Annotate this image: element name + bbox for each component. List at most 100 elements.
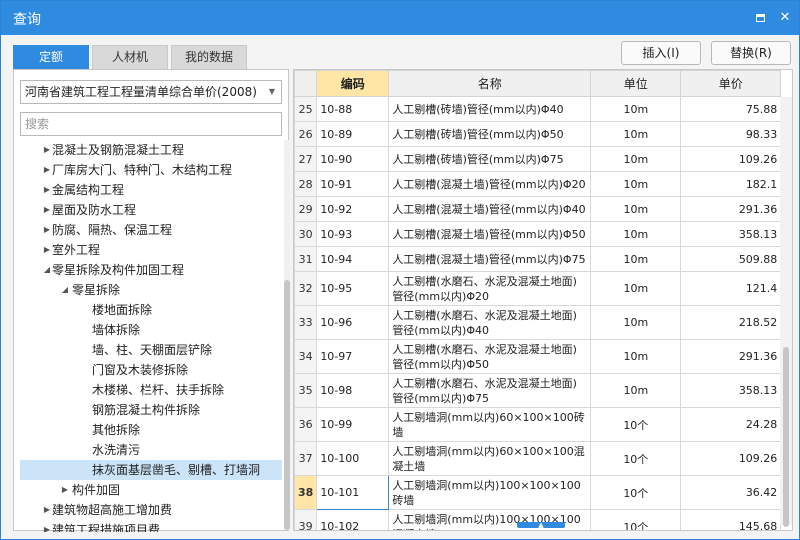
table-row[interactable]: 31 10-94 人工剔槽(混凝土墙)管径(mm以内)Φ75 10m 509.88 bbox=[294, 246, 782, 272]
cell-unit[interactable]: 10m bbox=[590, 121, 682, 147]
row-number[interactable]: 39 bbox=[294, 509, 318, 530]
cell-price[interactable]: 291.36 bbox=[680, 339, 782, 374]
tab-labor-materials[interactable]: 人材机 bbox=[92, 45, 168, 69]
tree-item[interactable]: 墙、柱、天棚面层铲除 bbox=[20, 340, 282, 360]
tab-my-data[interactable]: 我的数据 bbox=[171, 45, 247, 69]
row-number[interactable]: 27 bbox=[294, 146, 318, 172]
cell-unit[interactable]: 10m bbox=[590, 246, 682, 272]
tree-item[interactable]: ▶ 金属结构工程 bbox=[20, 180, 282, 200]
column-header-price[interactable]: 单价 bbox=[680, 70, 782, 97]
cell-unit[interactable]: 10m bbox=[590, 196, 682, 222]
row-number[interactable]: 28 bbox=[294, 171, 318, 197]
cell-unit[interactable]: 10个 bbox=[590, 407, 682, 442]
cell-price[interactable]: 358.13 bbox=[680, 373, 782, 408]
tree-item[interactable]: 抹灰面基层凿毛、剔槽、打墙洞 bbox=[20, 460, 282, 480]
cell-code[interactable]: 10-98 bbox=[316, 373, 390, 408]
replace-button[interactable]: 替换(R) bbox=[711, 41, 791, 65]
tree-item[interactable]: ▶ 室外工程 bbox=[20, 240, 282, 260]
table-row[interactable]: 25 10-88 人工剔槽(砖墙)管径(mm以内)Φ40 10m 75.88 bbox=[294, 96, 782, 122]
collapsed-arrow-icon[interactable]: ▶ bbox=[42, 180, 52, 200]
cell-name[interactable]: 人工剔槽(混凝土墙)管径(mm以内)Φ20 bbox=[388, 171, 592, 197]
table-row[interactable]: 36 10-99 人工剔墙洞(mm以内)60×100×100砖墙 10个 24.28 bbox=[294, 407, 782, 442]
cell-name[interactable]: 人工剔槽(混凝土墙)管径(mm以内)Φ75 bbox=[388, 246, 592, 272]
cell-code[interactable]: 10-90 bbox=[316, 146, 390, 172]
tree-item[interactable]: 其他拆除 bbox=[20, 420, 282, 440]
cell-name[interactable]: 人工剔槽(混凝土墙)管径(mm以内)Φ50 bbox=[388, 221, 592, 247]
table-scrollbar-thumb[interactable] bbox=[783, 347, 789, 527]
row-number[interactable]: 29 bbox=[294, 196, 318, 222]
collapse-handle[interactable]: ▲ bbox=[517, 522, 565, 529]
tab-quota[interactable]: 定额 bbox=[13, 45, 89, 69]
row-number[interactable]: 38 bbox=[294, 475, 318, 510]
cell-unit[interactable]: 10m bbox=[590, 146, 682, 172]
table-row[interactable]: 29 10-92 人工剔槽(混凝土墙)管径(mm以内)Φ40 10m 291.36 bbox=[294, 196, 782, 222]
collapsed-arrow-icon[interactable]: ▶ bbox=[42, 520, 52, 532]
cell-price[interactable]: 145.68 bbox=[680, 509, 782, 530]
cell-name[interactable]: 人工剔墙洞(mm以内)100×100×100砖墙 bbox=[388, 475, 592, 510]
cell-unit[interactable]: 10m bbox=[590, 373, 682, 408]
cell-name[interactable]: 人工剔槽(砖墙)管径(mm以内)Φ75 bbox=[388, 146, 592, 172]
tree-item[interactable]: ▶ 建筑工程措施项目费 bbox=[20, 520, 282, 532]
tree-item[interactable]: 钢筋混凝土构件拆除 bbox=[20, 400, 282, 420]
cell-code[interactable]: 10-88 bbox=[316, 96, 390, 122]
tree-item[interactable]: ▶ 建筑物超高施工增加费 bbox=[20, 500, 282, 520]
collapsed-arrow-icon[interactable]: ▶ bbox=[42, 200, 52, 220]
search-input[interactable] bbox=[20, 112, 282, 136]
table-row[interactable]: 32 10-95 人工剔槽(水磨石、水泥及混凝土地面)管径(mm以内)Φ20 10m 1… bbox=[294, 271, 782, 306]
tree-scrollbar-thumb[interactable] bbox=[284, 280, 290, 530]
collapsed-arrow-icon[interactable]: ▶ bbox=[42, 140, 52, 160]
tree-item[interactable]: 木楼梯、栏杆、扶手拆除 bbox=[20, 380, 282, 400]
cell-unit[interactable]: 10m bbox=[590, 171, 682, 197]
cell-code[interactable]: 10-100 bbox=[316, 441, 390, 476]
cell-price[interactable]: 98.33 bbox=[680, 121, 782, 147]
cell-unit[interactable]: 10个 bbox=[590, 475, 682, 510]
cell-price[interactable]: 36.42 bbox=[680, 475, 782, 510]
cell-code[interactable]: 10-89 bbox=[316, 121, 390, 147]
maximize-button[interactable] bbox=[753, 10, 769, 26]
cell-unit[interactable]: 10m bbox=[590, 221, 682, 247]
tree-item[interactable]: ▶ 混凝土及钢筋混凝土工程 bbox=[20, 140, 282, 160]
table-row[interactable]: 35 10-98 人工剔槽(水磨石、水泥及混凝土地面)管径(mm以内)Φ75 10m 3… bbox=[294, 373, 782, 408]
row-number[interactable]: 25 bbox=[294, 96, 318, 122]
collapsed-arrow-icon[interactable]: ▶ bbox=[42, 500, 52, 520]
table-row[interactable]: 26 10-89 人工剔槽(砖墙)管径(mm以内)Φ50 10m 98.33 bbox=[294, 121, 782, 147]
collapsed-arrow-icon[interactable]: ▶ bbox=[60, 480, 70, 500]
cell-code[interactable]: 10-97 bbox=[316, 339, 390, 374]
row-number[interactable]: 36 bbox=[294, 407, 318, 442]
tree-item[interactable]: ▶ 防腐、隔热、保温工程 bbox=[20, 220, 282, 240]
tree-item[interactable]: 门窗及木装修拆除 bbox=[20, 360, 282, 380]
cell-code[interactable]: 10-95 bbox=[316, 271, 390, 306]
tree-item[interactable]: ▶ 屋面及防水工程 bbox=[20, 200, 282, 220]
tree-item[interactable]: ▶ 构件加固 bbox=[20, 480, 282, 500]
tree-item[interactable]: ◢ 零星拆除 bbox=[20, 280, 282, 300]
cell-code[interactable]: 10-93 bbox=[316, 221, 390, 247]
cell-code[interactable]: 10-99 bbox=[316, 407, 390, 442]
collapsed-arrow-icon[interactable]: ▶ bbox=[42, 240, 52, 260]
tree-item[interactable]: 水洗清污 bbox=[20, 440, 282, 460]
cell-name[interactable]: 人工剔槽(砖墙)管径(mm以内)Φ50 bbox=[388, 121, 592, 147]
row-number[interactable]: 32 bbox=[294, 271, 318, 306]
table-row[interactable]: 30 10-93 人工剔槽(混凝土墙)管径(mm以内)Φ50 10m 358.13 bbox=[294, 221, 782, 247]
cell-price[interactable]: 358.13 bbox=[680, 221, 782, 247]
tree-item[interactable]: ◢ 零星拆除及构件加固工程 bbox=[20, 260, 282, 280]
cell-name[interactable]: 人工剔槽(水磨石、水泥及混凝土地面)管径(mm以内)Φ75 bbox=[388, 373, 592, 408]
cell-name[interactable]: 人工剔墙洞(mm以内)60×100×100砖墙 bbox=[388, 407, 592, 442]
table-row[interactable]: 37 10-100 人工剔墙洞(mm以内)60×100×100混凝土墙 10个 109.… bbox=[294, 441, 782, 476]
cell-name[interactable]: 人工剔槽(水磨石、水泥及混凝土地面)管径(mm以内)Φ20 bbox=[388, 271, 592, 306]
library-select[interactable]: 河南省建筑工程工程量清单综合单价(2008) ▼ bbox=[20, 80, 282, 104]
cell-unit[interactable]: 10个 bbox=[590, 509, 682, 530]
cell-code[interactable]: 10-96 bbox=[316, 305, 390, 340]
cell-code[interactable]: 10-91 bbox=[316, 171, 390, 197]
expanded-arrow-icon[interactable]: ◢ bbox=[42, 260, 52, 280]
cell-price[interactable]: 109.26 bbox=[680, 146, 782, 172]
cell-code[interactable]: 10-94 bbox=[316, 246, 390, 272]
column-header-unit[interactable]: 单位 bbox=[590, 70, 682, 97]
cell-name[interactable]: 人工剔槽(水磨石、水泥及混凝土地面)管径(mm以内)Φ40 bbox=[388, 305, 592, 340]
cell-price[interactable]: 121.4 bbox=[680, 271, 782, 306]
row-number[interactable]: 30 bbox=[294, 221, 318, 247]
cell-unit[interactable]: 10m bbox=[590, 305, 682, 340]
cell-price[interactable]: 291.36 bbox=[680, 196, 782, 222]
collapsed-arrow-icon[interactable]: ▶ bbox=[42, 160, 52, 180]
cell-price[interactable]: 509.88 bbox=[680, 246, 782, 272]
table-row[interactable]: 38 10-101 人工剔墙洞(mm以内)100×100×100砖墙 10个 36.42 bbox=[294, 475, 782, 510]
